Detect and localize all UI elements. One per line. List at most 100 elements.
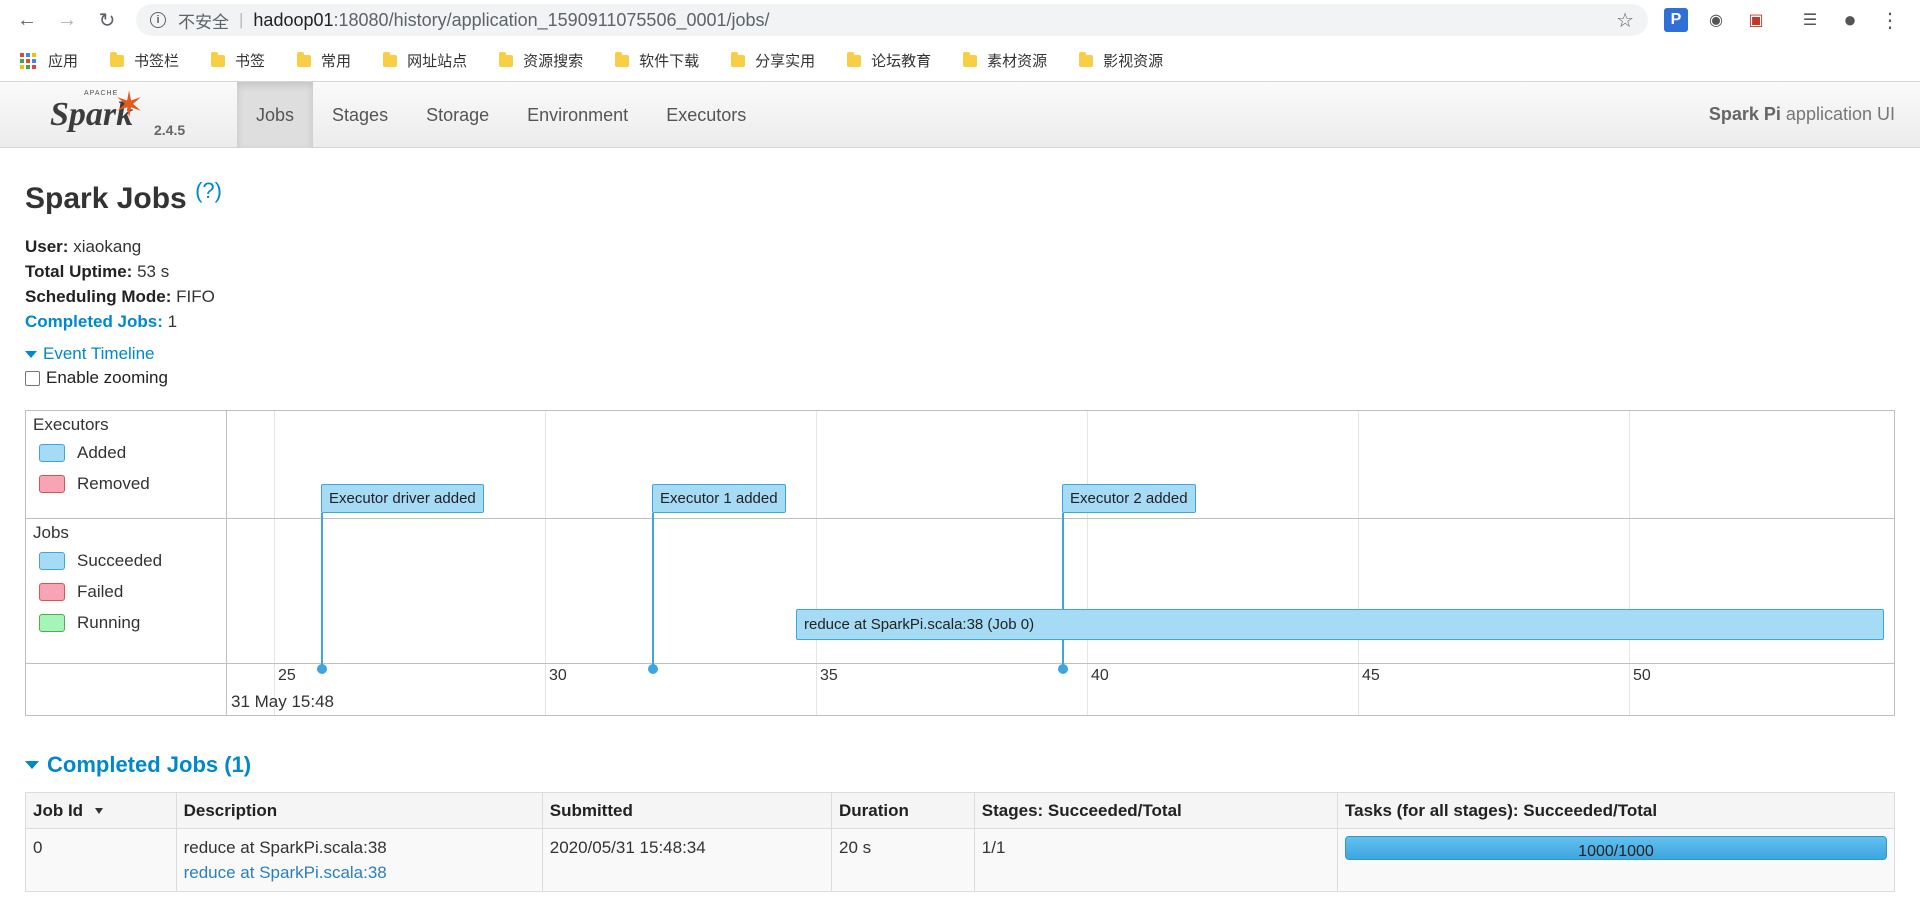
- legend-swatch: [39, 582, 65, 601]
- tick-label: 50: [1633, 667, 1651, 684]
- bookmarks-bar: 应用 书签栏 书签 常用 网址站点 资源搜索 软件下载 分享实用 论坛教育 素材…: [0, 40, 1920, 82]
- column-label: Job Id: [33, 800, 84, 820]
- bookmark-folder[interactable]: 资源搜索: [499, 50, 583, 71]
- url-path: :18080/history/application_1590911075506…: [333, 9, 770, 30]
- enable-zooming[interactable]: Enable zooming: [25, 368, 1920, 388]
- summary-label: User:: [25, 237, 69, 256]
- column-description[interactable]: Description: [175, 792, 543, 829]
- completed-jobs-link[interactable]: Completed Jobs:: [25, 312, 163, 331]
- grid-line: [1087, 411, 1088, 715]
- folder-icon: [615, 51, 630, 67]
- column-submitted[interactable]: Submitted: [541, 792, 833, 829]
- extension-pocket-icon[interactable]: ▣: [1744, 8, 1768, 32]
- bookmark-folder[interactable]: 书签: [211, 50, 265, 71]
- grid-line: [1629, 411, 1630, 715]
- tab-environment[interactable]: Environment: [508, 82, 647, 148]
- caret-down-icon: [25, 350, 37, 358]
- legend-label: Removed: [77, 473, 150, 493]
- page-title: Spark Jobs (?): [25, 178, 1920, 216]
- event-timeline: Executors Added Removed Jobs Succeeded F…: [25, 410, 1895, 716]
- bookmark-apps[interactable]: 应用: [20, 50, 78, 71]
- folder-icon: [110, 51, 125, 67]
- bookmark-folder[interactable]: 素材资源: [963, 50, 1047, 71]
- legend-swatch: [39, 613, 65, 632]
- legend-succeeded: Succeeded: [26, 545, 227, 576]
- completed-jobs-heading: Completed Jobs (1): [47, 752, 252, 777]
- bookmark-folder[interactable]: 分享实用: [731, 50, 815, 71]
- bookmark-label: 分享实用: [755, 53, 816, 70]
- grid-line: [545, 411, 546, 715]
- bookmark-folder[interactable]: 书签栏: [110, 50, 179, 71]
- completed-jobs-toggle[interactable]: Completed Jobs (1): [25, 752, 251, 778]
- extension-p-icon[interactable]: P: [1664, 8, 1688, 32]
- main-content: Spark Jobs (?) User: xiaokang Total Upti…: [0, 178, 1920, 388]
- bookmark-label: 素材资源: [987, 53, 1048, 70]
- reading-list-icon[interactable]: ☰: [1798, 8, 1822, 32]
- extension-globe-icon[interactable]: ◉: [1704, 8, 1728, 32]
- legend-swatch: [39, 474, 65, 493]
- legend-added: Added: [26, 437, 227, 468]
- zoom-checkbox[interactable]: [25, 370, 40, 386]
- bookmark-folder[interactable]: 软件下载: [615, 50, 699, 71]
- completed-jobs-table: Job Id Description Submitted Duration St…: [25, 792, 1895, 892]
- bookmark-star-icon[interactable]: ☆: [1616, 8, 1634, 33]
- tasks-progress-label: 1000/1000: [1578, 843, 1654, 860]
- reload-icon[interactable]: ↻: [93, 6, 121, 34]
- url-separator: |: [239, 10, 244, 29]
- cell-stages: 1/1: [973, 828, 1339, 892]
- event-executor-2[interactable]: Executor 2 added: [1062, 484, 1196, 513]
- app-name-suffix: application UI: [1780, 104, 1895, 124]
- column-job-id[interactable]: Job Id: [25, 792, 177, 829]
- profile-icon[interactable]: ●: [1838, 7, 1862, 32]
- back-icon[interactable]: ←: [13, 6, 41, 34]
- bookmark-label: 应用: [48, 53, 79, 70]
- cell-description: reduce at SparkPi.scala:38 reduce at Spa…: [175, 828, 543, 892]
- forward-icon[interactable]: →: [53, 6, 81, 34]
- address-bar[interactable]: i 不安全 | hadoop01:18080/history/applicati…: [136, 4, 1648, 36]
- jobs-group: Jobs Succeeded Failed Running: [26, 523, 227, 638]
- event-executor-1[interactable]: Executor 1 added: [652, 484, 786, 513]
- bookmark-folder[interactable]: 论坛教育: [847, 50, 931, 71]
- bookmark-folder[interactable]: 网址站点: [383, 50, 467, 71]
- event-timeline-label: Event Timeline: [43, 344, 155, 363]
- legend-swatch: [39, 551, 65, 570]
- event-line: [652, 513, 654, 669]
- menu-icon[interactable]: ⋮: [1878, 8, 1902, 32]
- tab-storage[interactable]: Storage: [407, 82, 508, 148]
- info-icon[interactable]: i: [150, 12, 166, 28]
- folder-icon: [383, 51, 398, 67]
- timeline-labels: Executors Added Removed Jobs Succeeded F…: [26, 411, 227, 715]
- bookmark-folder[interactable]: 影视资源: [1079, 50, 1163, 71]
- executors-group: Executors Added Removed: [26, 415, 227, 499]
- tab-jobs[interactable]: Jobs: [237, 82, 314, 148]
- summary-scheduling: Scheduling Mode: FIFO: [25, 284, 1920, 309]
- tick-label: 30: [549, 667, 567, 684]
- column-stages[interactable]: Stages: Succeeded/Total: [973, 792, 1339, 829]
- folder-icon: [211, 51, 226, 67]
- job-bar[interactable]: reduce at SparkPi.scala:38 (Job 0): [796, 609, 1884, 640]
- cell-submitted: 2020/05/31 15:48:34: [541, 828, 833, 892]
- column-duration[interactable]: Duration: [831, 792, 975, 829]
- tab-executors[interactable]: Executors: [647, 82, 765, 148]
- event-dot: [317, 664, 327, 674]
- tick-label: 45: [1362, 667, 1380, 684]
- help-link[interactable]: (?): [195, 178, 222, 203]
- event-timeline-toggle[interactable]: Event Timeline: [25, 344, 1920, 364]
- description-text: reduce at SparkPi.scala:38: [183, 838, 387, 857]
- app-name-bold: Spark Pi: [1708, 104, 1781, 124]
- bookmark-label: 资源搜索: [523, 53, 584, 70]
- legend-running: Running: [26, 607, 227, 638]
- bookmark-label: 网址站点: [407, 53, 468, 70]
- column-tasks[interactable]: Tasks (for all stages): Succeeded/Total: [1337, 792, 1895, 829]
- insecure-label: 不安全: [178, 12, 229, 32]
- bookmark-folder[interactable]: 常用: [297, 50, 351, 71]
- cell-duration: 20 s: [831, 828, 975, 892]
- event-executor-driver[interactable]: Executor driver added: [321, 484, 484, 513]
- tab-stages[interactable]: Stages: [313, 82, 407, 148]
- sort-desc-icon: [95, 808, 104, 815]
- grid-line: [1358, 411, 1359, 715]
- description-link[interactable]: reduce at SparkPi.scala:38: [184, 863, 387, 882]
- tick-label: 25: [278, 667, 296, 684]
- caret-down-icon: [25, 761, 39, 769]
- spark-logo[interactable]: APACHE Spark ✶ 2.4.5: [50, 84, 200, 142]
